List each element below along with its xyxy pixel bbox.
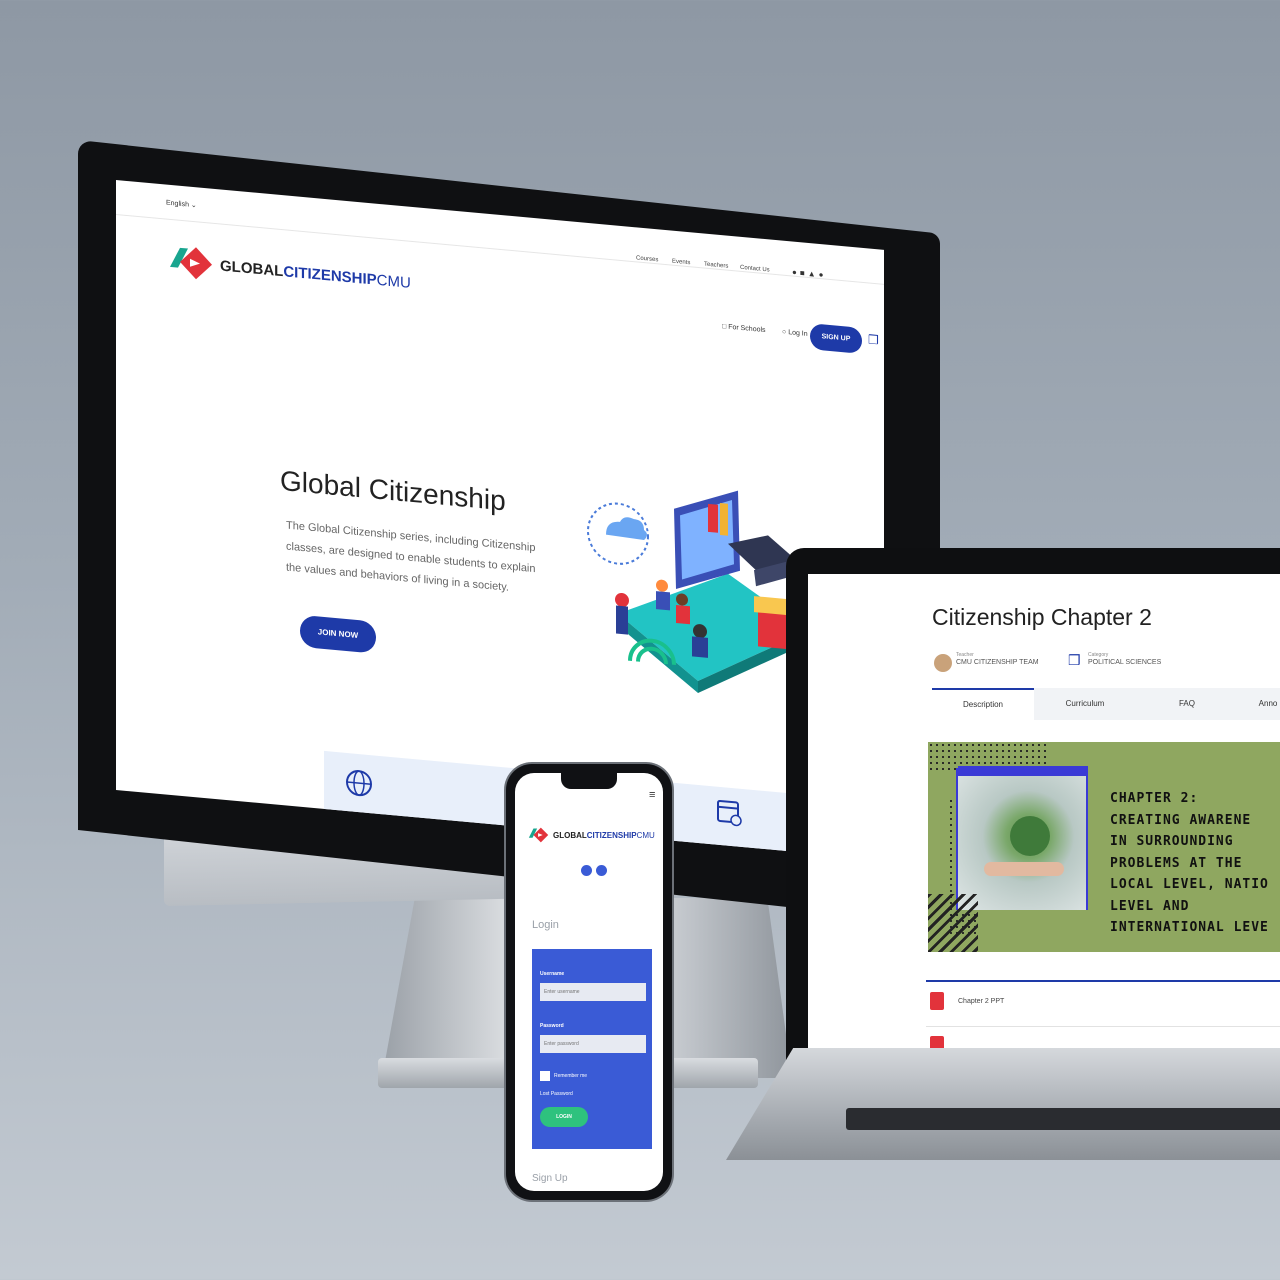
tab-description[interactable]: Description	[932, 688, 1034, 722]
logo-mark-icon	[528, 827, 549, 843]
signup-button[interactable]: SIGN UP	[810, 323, 862, 354]
tabs-bar: Description Curriculum FAQ Anno	[932, 688, 1280, 722]
file-item[interactable]: Chapter 2 PPT	[958, 998, 1004, 1005]
username-input[interactable]	[540, 983, 646, 1001]
phone: ≡ GLOBALCITIZENSHIPCMU Login Username Pa…	[506, 764, 672, 1200]
password-label: Password	[540, 1023, 564, 1029]
tree-in-hand-photo	[958, 776, 1086, 910]
banner-line-5: LOCAL LEVEL, NATIO	[1110, 877, 1269, 892]
login-button[interactable]: LOGIN	[540, 1107, 588, 1127]
social-icons: ●■▲●	[792, 268, 826, 280]
username-label: Username	[540, 971, 565, 977]
lost-password-link[interactable]: Lost Password	[540, 1091, 573, 1097]
banner-line-3: IN SURROUNDING	[1110, 834, 1234, 849]
twitter-icon[interactable]: ▲	[808, 269, 819, 279]
chapter-banner: CHAPTER 2: CREATING AWARENE IN SURROUNDI…	[928, 742, 1280, 952]
logo-part-3: CMU	[376, 271, 411, 292]
user-icon[interactable]	[581, 865, 592, 876]
laptop-screen: Citizenship Chapter 2 Teacher CMU CITIZE…	[808, 574, 1280, 1048]
for-schools-link[interactable]: □ For Schools	[722, 323, 766, 334]
tab-faq[interactable]: FAQ	[1136, 688, 1238, 720]
bookmark-icon[interactable]: ❒	[868, 332, 879, 347]
instagram-icon[interactable]: ■	[800, 268, 808, 278]
teacher-avatar	[934, 654, 952, 672]
cloud-icon[interactable]: ●	[819, 270, 827, 280]
banner-line-7: INTERNATIONAL LEVE	[1110, 920, 1269, 935]
hamburger-menu-icon[interactable]: ≡	[649, 789, 655, 801]
language-label: English	[166, 199, 189, 209]
page: { "desktop": { "language": "English", "l…	[0, 0, 1280, 1280]
remember-checkbox[interactable]	[540, 1071, 550, 1081]
category-name[interactable]: POLITICAL SCIENCES	[1088, 659, 1161, 666]
pdf-file-icon-2	[930, 1036, 944, 1048]
bookmark-icon: ❒	[1068, 652, 1081, 668]
logo-mark-icon	[170, 247, 212, 280]
calendar-icon	[717, 799, 742, 827]
hero-text: The Global Citizenship series, including…	[286, 515, 576, 604]
remember-label: Remember me	[554, 1073, 588, 1079]
course-title: Citizenship Chapter 2	[932, 604, 1152, 630]
desktop-screen: English ⌄ GLOBALCITIZENSHIPCMU Courses E…	[116, 180, 884, 860]
teacher-name[interactable]: CMU CITIZENSHIP TEAM	[956, 659, 1039, 666]
category-label: Category	[1088, 652, 1109, 658]
hero-illustration	[587, 490, 808, 693]
password-input[interactable]	[540, 1035, 646, 1053]
signup-link[interactable]: Sign Up	[532, 1173, 568, 1184]
banner-line-2: CREATING AWARENE	[1110, 812, 1252, 828]
laptop-keyboard	[846, 1108, 1280, 1130]
globe-icon	[346, 770, 372, 797]
logo-part-2: CITIZENSHIP	[586, 831, 637, 840]
tree-crown	[1010, 816, 1050, 856]
laptop: Citizenship Chapter 2 Teacher CMU CITIZE…	[726, 548, 1280, 1168]
banner-text: CHAPTER 2: CREATING AWARENE IN SURROUNDI…	[1110, 788, 1269, 939]
phone-notch	[561, 773, 617, 789]
join-now-button[interactable]: JOIN NOW	[300, 614, 376, 654]
logo-part-1: GLOBAL	[220, 257, 284, 281]
logo-text: GLOBALCITIZENSHIPCMU	[220, 257, 411, 291]
language-select[interactable]: English ⌄	[166, 199, 197, 210]
pdf-file-icon	[930, 992, 944, 1010]
logo-text: GLOBALCITIZENSHIPCMU	[553, 831, 655, 840]
login-label: Log In	[788, 329, 808, 338]
for-schools-label: For Schools	[728, 323, 766, 335]
banner-line-1: CHAPTER 2:	[1110, 791, 1199, 806]
hero-title: Global Citizenship	[280, 464, 506, 517]
school-icon: □	[722, 323, 727, 331]
login-panel: Username Password Remember me Lost Passw…	[532, 949, 652, 1149]
chevron-down-icon: ⌄	[190, 201, 197, 210]
login-heading: Login	[532, 919, 559, 931]
logo-part-3: CMU	[636, 831, 655, 840]
phone-screen: ≡ GLOBALCITIZENSHIPCMU Login Username Pa…	[515, 773, 663, 1191]
row-divider	[926, 1026, 1280, 1027]
laptop-base	[726, 1048, 1280, 1160]
logo-part-1: GLOBAL	[553, 831, 587, 840]
user-icon: ○	[782, 328, 787, 336]
teacher-label: Teacher	[956, 652, 974, 658]
stripes-decor	[928, 894, 978, 952]
facebook-icon[interactable]: ●	[792, 268, 800, 278]
login-link[interactable]: ○ Log In	[782, 329, 808, 338]
banner-line-4: PROBLEMS AT THE	[1110, 855, 1243, 871]
window-bar	[958, 766, 1088, 776]
curriculum-divider	[926, 980, 1280, 982]
banner-line-6: LEVEL AND	[1110, 898, 1190, 914]
site-logo[interactable]: GLOBALCITIZENSHIPCMU	[166, 241, 411, 292]
logo-part-2: CITIZENSHIP	[283, 263, 377, 289]
tab-announcements[interactable]: Anno	[1238, 688, 1280, 720]
tab-curriculum[interactable]: Curriculum	[1034, 688, 1136, 720]
phone-logo[interactable]: GLOBALCITIZENSHIPCMU	[527, 825, 655, 850]
hand	[984, 862, 1064, 876]
lock-icon[interactable]	[596, 865, 607, 876]
